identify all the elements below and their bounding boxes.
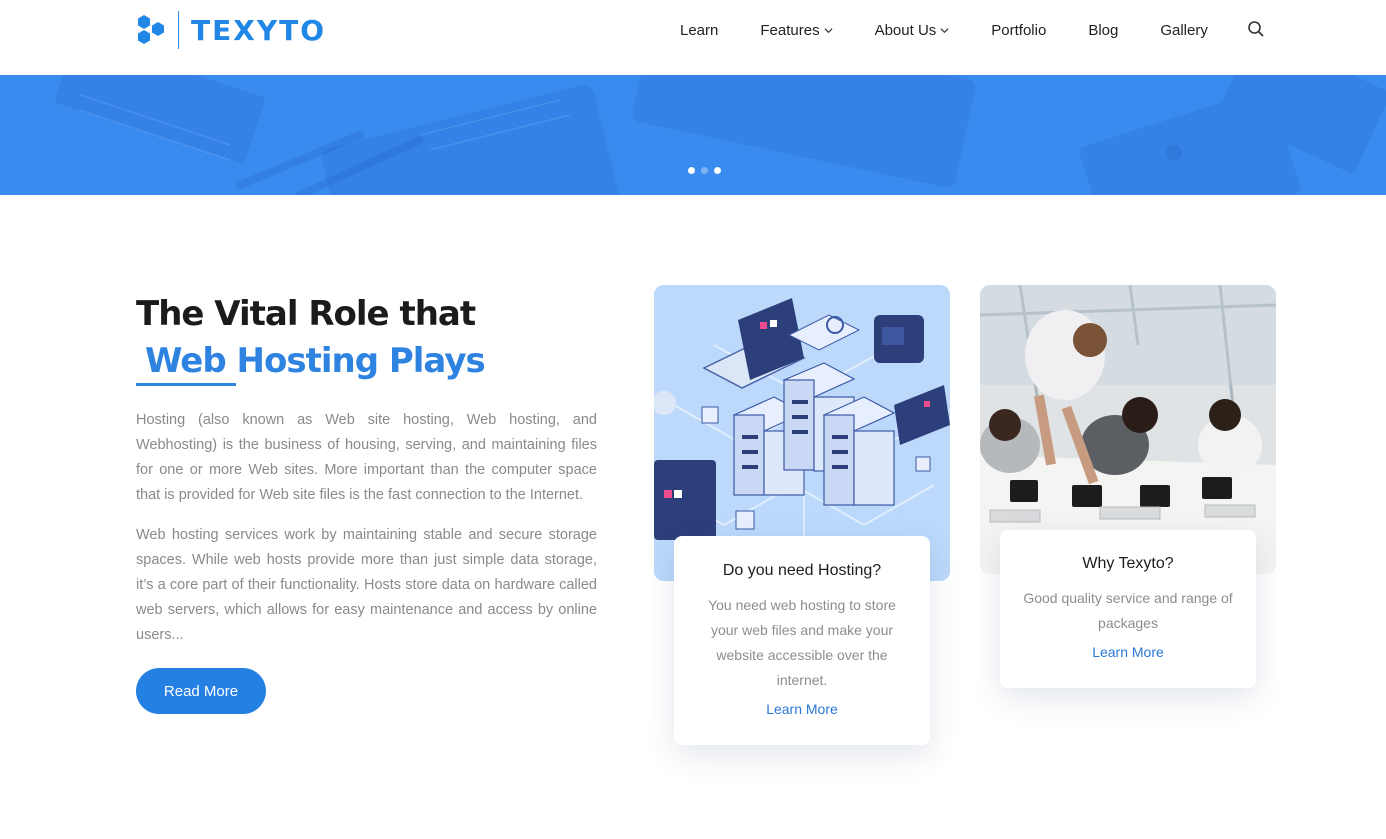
brand-name: TEXYTO	[191, 13, 326, 47]
search-icon[interactable]	[1247, 20, 1265, 38]
hero-background-illustration	[55, 75, 1386, 195]
logo-divider	[178, 11, 179, 49]
slider-dot[interactable]	[701, 167, 708, 174]
chevron-down-icon	[824, 27, 833, 33]
nav-item-blog[interactable]: Blog	[1088, 22, 1118, 39]
section-title: The Vital Role that Web Hosting Plays	[136, 292, 616, 386]
hero-slider-dots	[688, 167, 721, 174]
hexagon-logo-icon	[138, 15, 164, 44]
nav-item-label: Learn	[680, 21, 719, 39]
main-nav: Learn Features About Us Portfolio Blog G…	[680, 20, 1250, 40]
slider-dot[interactable]	[688, 167, 695, 174]
nav-item-label: Blog	[1088, 21, 1119, 39]
nav-item-portfolio[interactable]: Portfolio	[991, 22, 1046, 39]
nav-item-label: Portfolio	[991, 21, 1047, 39]
card-title: Do you need Hosting?	[722, 562, 882, 579]
learn-more-link[interactable]: Learn More	[766, 701, 838, 717]
title-line-1: The Vital Role that	[136, 294, 476, 334]
nav-item-label: About Us	[874, 21, 937, 39]
why-texyto-card: Why Texyto? Good quality service and ran…	[1000, 530, 1256, 688]
brand-logo[interactable]: TEXYTO	[136, 10, 326, 50]
read-more-button[interactable]: Read More	[136, 668, 266, 714]
nav-item-gallery[interactable]: Gallery	[1160, 22, 1208, 39]
card-text: You need web hosting to store your web f…	[708, 597, 896, 688]
nav-item-label: Features	[760, 21, 820, 39]
intro-paragraph-2: Web hosting services work by maintaining…	[136, 527, 597, 643]
hosting-info-card: Do you need Hosting? You need web hostin…	[674, 536, 930, 745]
nav-item-learn[interactable]: Learn	[680, 22, 718, 39]
title-underline	[136, 383, 236, 386]
card-text: Good quality service and range of packag…	[1023, 590, 1233, 631]
hero-banner	[0, 75, 1386, 195]
intro-paragraph-1: Hosting (also known as Web site hosting,…	[136, 412, 597, 503]
chevron-down-icon	[940, 27, 949, 33]
learn-more-link[interactable]: Learn More	[1092, 644, 1164, 660]
nav-item-label: Gallery	[1160, 21, 1208, 39]
site-header: TEXYTO Learn Features About Us Portfolio…	[0, 0, 1386, 75]
title-line-2: Web Hosting Plays	[145, 341, 486, 381]
card-title: Why Texyto?	[1082, 555, 1174, 572]
nav-item-about-us[interactable]: About Us	[875, 22, 950, 39]
slider-dot[interactable]	[714, 167, 721, 174]
nav-item-features[interactable]: Features	[760, 21, 833, 39]
